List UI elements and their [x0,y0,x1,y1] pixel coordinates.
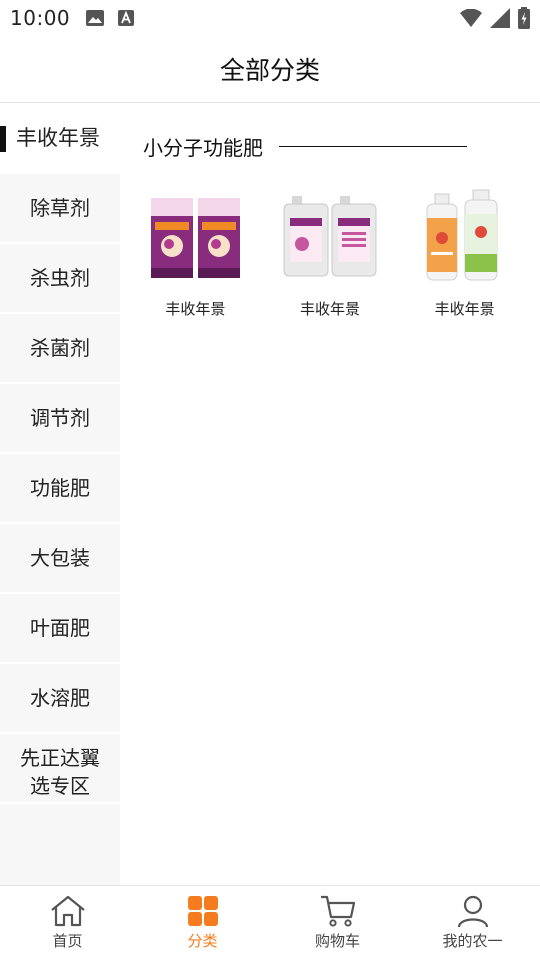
tab-profile[interactable]: 我的农一 [405,886,540,960]
image-icon [86,10,105,26]
battery-icon [518,7,530,29]
sidebar-item-label: 水溶肥 [30,686,90,710]
status-time: 10:00 [10,6,71,30]
section-header: 小分子功能肥 [143,132,467,161]
tab-label: 我的农一 [442,932,503,950]
sidebar-item-label: 除草剂 [30,196,90,220]
tab-cart[interactable]: 购物车 [270,886,405,960]
jerrycans-icon [283,196,377,277]
home-icon [50,895,85,927]
bottles-icon [426,189,498,281]
wifi-icon [460,9,482,27]
sidebar-item-label: 功能肥 [30,476,90,500]
sidebar-item-functional-fertilizer[interactable]: 功能肥 [0,454,120,524]
sidebar-item-large-pack[interactable]: 大包装 [0,524,120,594]
sidebar-item-fengshou[interactable]: 丰收年景 [0,104,120,174]
tab-label: 购物车 [314,932,360,950]
product-name: 丰收年景 [434,300,495,318]
sidebar-item-water-soluble[interactable]: 水溶肥 [0,664,120,734]
page-title: 全部分类 [219,56,320,85]
tab-category[interactable]: 分类 [135,886,270,960]
category-icon [187,896,218,926]
sidebar-item-label: 调节剂 [30,406,90,430]
sidebar-item-label: 大包装 [30,546,90,570]
cart-icon [320,895,355,927]
tab-home[interactable]: 首页 [0,886,135,960]
product-grid: 丰收年景 丰收年景 丰收年景 [128,188,532,319]
tab-label: 首页 [52,932,83,950]
sidebar-item-label: 杀菌剂 [30,336,90,360]
page-header: 全部分类 [0,36,540,103]
section-title: 小分子功能肥 [143,136,263,160]
category-content: 小分子功能肥 丰收年景 丰收年景 丰收年景 [120,104,540,885]
sidebar-item-herbicide[interactable]: 除草剂 [0,174,120,244]
category-sidebar[interactable]: 丰收年景 除草剂 杀虫剂 杀菌剂 调节剂 功能肥 大包装 叶面肥 水溶肥 先正达… [0,104,120,885]
sidebar-item-label: 先正达翼选专区 [20,746,100,798]
product-name: 丰收年景 [165,300,226,318]
product-card[interactable]: 丰收年景 [263,188,398,319]
product-name: 丰收年景 [300,300,361,318]
sidebar-item-fungicide[interactable]: 杀菌剂 [0,314,120,384]
sidebar-item-label: 叶面肥 [30,616,90,640]
product-card[interactable]: 丰收年景 [128,188,263,319]
user-icon [457,895,488,928]
sidebar-item-label: 杀虫剂 [30,266,90,290]
sidebar-item-foliar-fertilizer[interactable]: 叶面肥 [0,594,120,664]
tab-label: 分类 [187,932,218,950]
signal-icon [490,8,510,28]
sidebar-item-insecticide[interactable]: 杀虫剂 [0,244,120,314]
sidebar-item-regulator[interactable]: 调节剂 [0,384,120,454]
status-bar: 10:00 [0,0,540,36]
bottom-tab-bar: 首页 分类 购物车 我的农一 [0,885,540,960]
fertilizer-bags-icon [151,198,241,278]
product-card[interactable]: 丰收年景 [397,188,532,319]
section-divider [279,146,467,147]
sidebar-item-syngenta-zone[interactable]: 先正达翼选专区 [0,734,120,804]
font-icon [118,10,135,26]
sidebar-item-label: 丰收年景 [16,126,100,150]
